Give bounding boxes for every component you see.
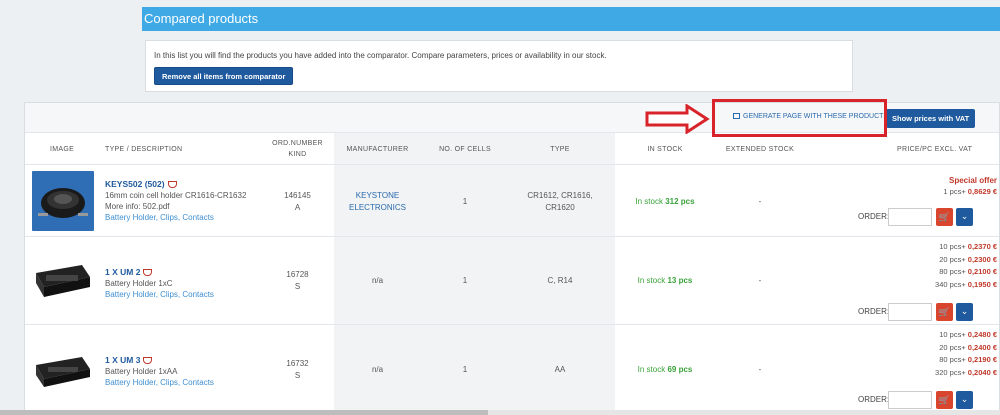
table-row: 1 X UM 3 Battery Holder 1xAA Battery Hol… [25, 325, 999, 414]
product-name-link[interactable]: 1 X UM 3 [105, 355, 153, 365]
price-tier: 10 pcs+ 0,2370 € [939, 242, 997, 251]
cells-count: 1 [462, 365, 468, 374]
product-name-link[interactable]: 1 X UM 2 [105, 267, 153, 277]
product-description: Battery Holder 1xAA [105, 367, 178, 376]
order-options-button[interactable]: ⌄ [956, 208, 973, 226]
battery-type: C, R14 [547, 276, 573, 285]
cells-count: 1 [462, 276, 468, 285]
compare-icon[interactable] [143, 269, 153, 276]
battery-type: CR1612, CR1616, [527, 191, 593, 200]
price-tier: 10 pcs+ 0,2480 € [939, 330, 997, 339]
product-category-link[interactable]: Battery Holder, Clips, Contacts [105, 378, 214, 387]
table-row: KEYS502 (502) 16mm coin cell holder CR16… [25, 165, 999, 237]
ord-number: 16732 [286, 359, 309, 368]
add-to-cart-button[interactable]: 🛒 [936, 391, 953, 409]
stock-status: In stock 13 pcs [637, 276, 693, 285]
special-offer-label: Special offer [948, 176, 997, 185]
remove-all-button[interactable]: Remove all items from comparator [154, 67, 294, 85]
order-options-button[interactable]: ⌄ [956, 303, 973, 321]
manufacturer-link[interactable]: KEYSTONE [330, 191, 425, 200]
price-tier: 80 pcs+ 0,2100 € [939, 267, 997, 276]
col-type-description: TYPE / DESCRIPTION [105, 146, 183, 153]
order-label: ORDER: [858, 307, 890, 316]
show-prices-vat-button[interactable]: Show prices with VAT [886, 109, 976, 128]
table-row: 1 X UM 2 Battery Holder 1xC Battery Hold… [25, 237, 999, 325]
page-title: Compared products [142, 7, 1000, 31]
product-datasheet-link[interactable]: More info: 502.pdf [105, 202, 169, 211]
comparison-panel: GENERATE PAGE WITH THESE PRODUCTS Show p… [24, 102, 1000, 415]
product-category-link[interactable]: Battery Holder, Clips, Contacts [105, 290, 214, 299]
stock-status: In stock 69 pcs [637, 365, 693, 374]
extended-stock: - [758, 276, 762, 285]
order-label: ORDER: [858, 212, 890, 221]
product-description: 16mm coin cell holder CR1616-CR1632 [105, 191, 247, 200]
annotation-arrow [645, 104, 710, 134]
ord-number: 146145 [284, 191, 311, 200]
col-in-stock: IN STOCK [647, 146, 683, 153]
order-options-button[interactable]: ⌄ [956, 391, 973, 409]
price-tier: 20 pcs+ 0,2300 € [939, 254, 997, 264]
product-image[interactable] [32, 171, 94, 231]
price-tier: 20 pcs+ 0,2400 € [939, 342, 997, 352]
horizontal-scrollbar[interactable] [0, 410, 1000, 415]
annotation-highlight-box [712, 99, 887, 137]
order-label: ORDER: [858, 395, 890, 404]
battery-type: AA [554, 365, 566, 374]
price-tier: 80 pcs+ 0,2190 € [939, 355, 997, 364]
col-type: TYPE [550, 146, 570, 153]
stock-status: In stock 312 pcs [635, 197, 695, 206]
col-manufacturer: MANUFACTURER [346, 146, 409, 153]
col-extended-stock: EXTENDED STOCK [725, 146, 795, 153]
info-text: In this list you will find the products … [154, 51, 607, 60]
order-quantity-input[interactable] [888, 208, 932, 226]
manufacturer: n/a [371, 365, 384, 374]
add-to-cart-button[interactable]: 🛒 [936, 208, 953, 226]
col-image: IMAGE [50, 146, 75, 153]
price-tier: 1 pcs+ 0,8629 € [943, 187, 997, 196]
col-price: PRICE/PC EXCL. VAT [897, 146, 973, 153]
product-category-link[interactable]: Battery Holder, Clips, Contacts [105, 213, 214, 222]
price-tier: 340 pcs+ 0,1950 € [935, 279, 997, 289]
product-description: Battery Holder 1xC [105, 279, 173, 288]
price-tiers: 10 pcs+ 0,2480 € 20 pcs+ 0,2400 € 80 pcs… [885, 329, 997, 379]
battery-type-line2: CR1620 [545, 203, 575, 212]
compare-icon[interactable] [167, 181, 177, 188]
col-ord-number: ORD.NUMBER [272, 140, 323, 147]
product-name-link[interactable]: KEYS502 (502) [105, 179, 177, 189]
cells-count: 1 [462, 197, 468, 206]
price-tiers: 10 pcs+ 0,2370 € 20 pcs+ 0,2300 € 80 pcs… [885, 241, 997, 291]
kind: A [294, 203, 301, 212]
manufacturer: n/a [371, 276, 384, 285]
col-no-of-cells: NO. OF CELLS [439, 146, 491, 153]
compare-icon[interactable] [143, 357, 153, 364]
kind: S [294, 371, 301, 380]
order-quantity-input[interactable] [888, 391, 932, 409]
scrollbar-thumb[interactable] [0, 410, 488, 415]
product-image[interactable] [32, 257, 94, 303]
manufacturer-link-line2[interactable]: ELECTRONICS [330, 203, 425, 212]
ord-number: 16728 [286, 270, 309, 279]
info-box: In this list you will find the products … [145, 40, 853, 92]
kind: S [294, 282, 301, 291]
order-quantity-input[interactable] [888, 303, 932, 321]
add-to-cart-button[interactable]: 🛒 [936, 303, 953, 321]
product-image[interactable] [32, 347, 94, 393]
price-tier: 320 pcs+ 0,2040 € [935, 367, 997, 377]
col-kind: KIND [288, 151, 307, 158]
extended-stock: - [758, 197, 762, 206]
extended-stock: - [758, 365, 762, 374]
